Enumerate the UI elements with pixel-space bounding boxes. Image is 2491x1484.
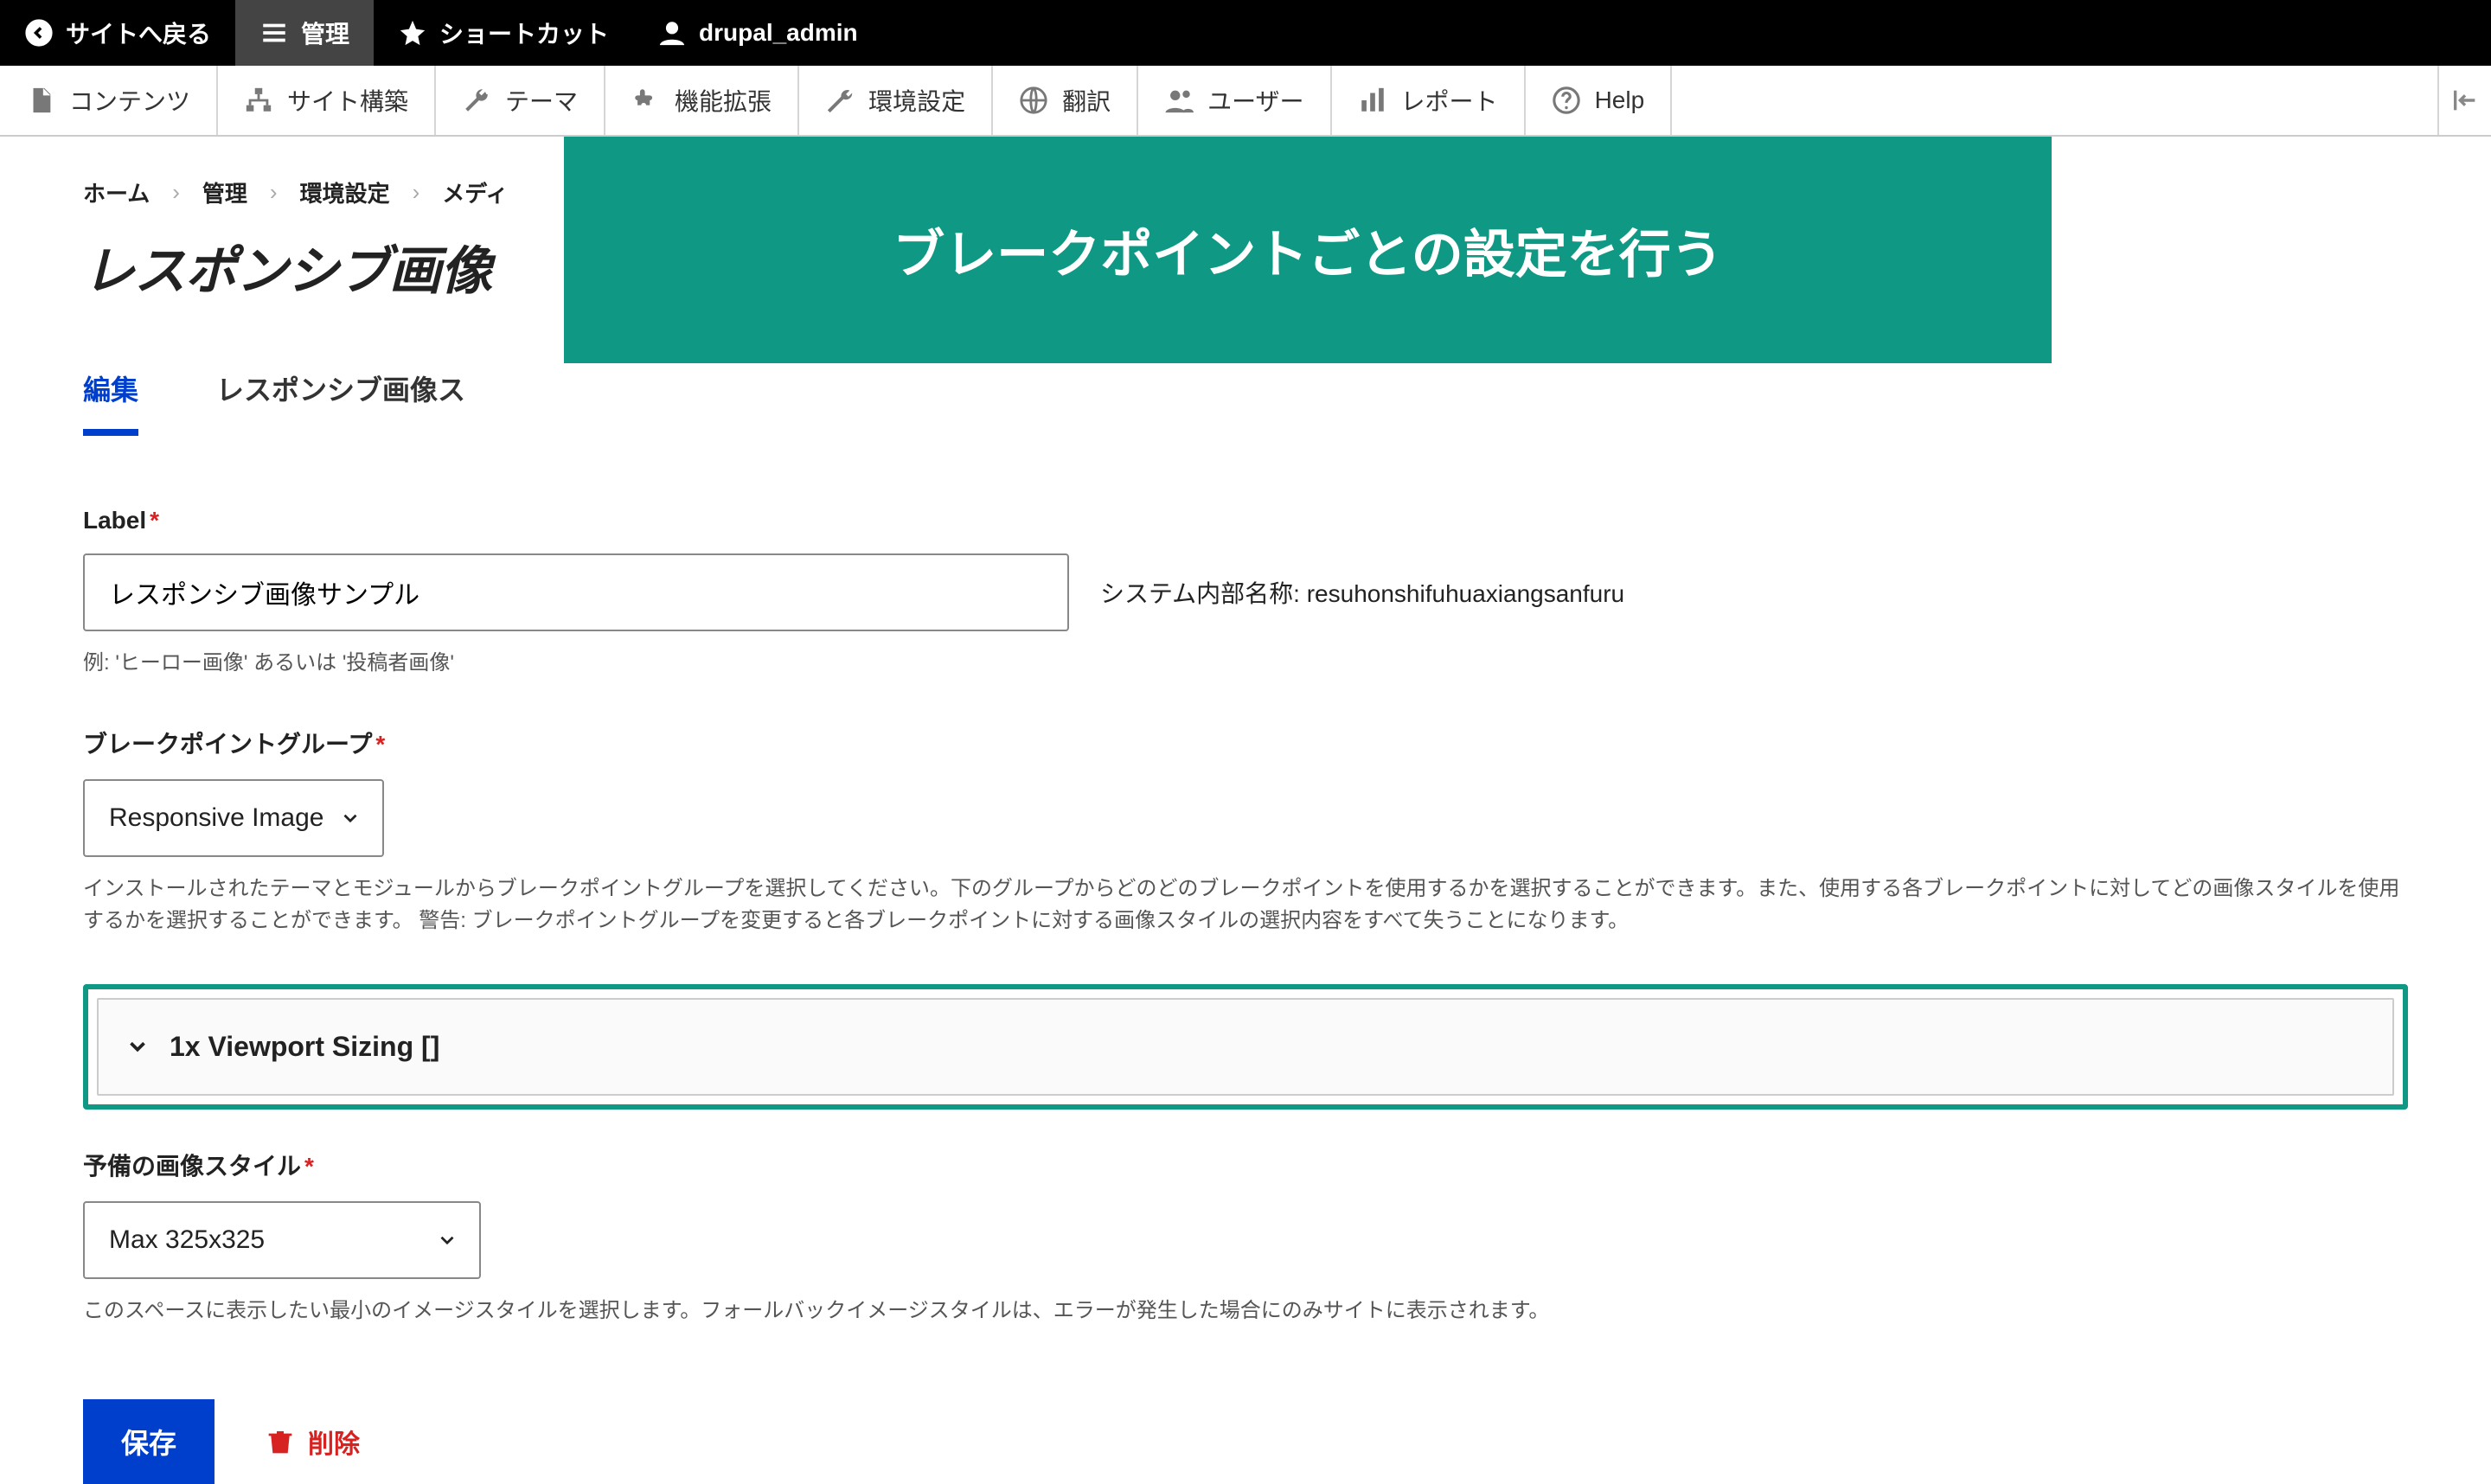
chart-icon — [1358, 86, 1387, 115]
required-marker: * — [375, 731, 385, 758]
delete-link[interactable]: 削除 — [266, 1423, 360, 1461]
tab-edit[interactable]: 編集 — [83, 368, 138, 436]
toolbar-help-label: Help — [1595, 86, 1645, 114]
label-input[interactable] — [83, 553, 1069, 631]
hamburger-icon — [259, 18, 289, 48]
breakpoint-group-label: ブレークポイントグループ* — [83, 726, 2408, 760]
viewport-sizing-details: 1x Viewport Sizing [] — [97, 998, 2394, 1096]
breadcrumb-item[interactable]: 管理 — [202, 176, 247, 208]
breadcrumb-item[interactable]: ホーム — [83, 176, 150, 208]
tab-list[interactable]: レスポンシブ画像ス — [216, 368, 465, 436]
wrench-icon — [462, 86, 491, 115]
toolbar-extend-label: 機能拡張 — [675, 83, 772, 118]
breakpoint-group-selected: Responsive Image — [109, 803, 323, 833]
trash-icon — [266, 1428, 294, 1455]
collapse-icon — [2450, 86, 2480, 115]
toolbar-content-label: コンテンツ — [69, 83, 190, 118]
responsive-image-style-form: Label* システム内部名称: resuhonshifuhuaxiangsan… — [83, 507, 2408, 1484]
viewport-sizing-summary[interactable]: 1x Viewport Sizing [] — [99, 1000, 2392, 1094]
main-content: ブレークポイントごとの設定を行う ホーム › 管理 › 環境設定 › メディ レ… — [0, 137, 2491, 1484]
toolbar-structure-label: サイト構築 — [287, 83, 408, 118]
fallback-label: 予備の画像スタイル* — [83, 1148, 2408, 1182]
back-to-site[interactable]: サイトへ戻る — [0, 0, 235, 66]
toolbar-people[interactable]: ユーザー — [1138, 66, 1331, 135]
field-fallback-style: 予備の画像スタイル* Max 325x325 このスペースに表示したい最小のイメ… — [83, 1148, 2408, 1327]
wrench2-icon — [825, 86, 855, 115]
breadcrumb-sep: › — [172, 179, 180, 206]
field-label-label: Label* — [83, 507, 2408, 534]
machine-name-prefix: システム内部名称: — [1100, 580, 1307, 607]
toolbar-collapse[interactable] — [2439, 66, 2491, 135]
user-icon — [657, 18, 687, 48]
save-button[interactable]: 保存 — [83, 1399, 215, 1484]
document-icon — [26, 86, 55, 115]
field-breakpoint-group: ブレークポイントグループ* Responsive Image インストールされた… — [83, 726, 2408, 937]
toolbar-structure[interactable]: サイト構築 — [218, 66, 436, 135]
admin-toolbar: コンテンツ サイト構築 テーマ 機能拡張 環境設定 翻訳 ユーザー レポート H… — [0, 66, 2491, 137]
delete-link-label: 削除 — [308, 1423, 360, 1461]
toolbar-appearance[interactable]: テーマ — [436, 66, 605, 135]
puzzle-icon — [631, 86, 661, 115]
admin-top-bar: サイトへ戻る 管理 ショートカット drupal_admin — [0, 0, 2491, 66]
overlay-banner: ブレークポイントごとの設定を行う — [564, 137, 2052, 363]
toolbar-appearance-label: テーマ — [505, 83, 578, 118]
toolbar-translate-label: 翻訳 — [1062, 83, 1111, 118]
machine-name-value: resuhonshifuhuaxiangsanfuru — [1307, 580, 1624, 607]
required-marker: * — [150, 507, 159, 534]
star-icon — [398, 18, 427, 48]
machine-name: システム内部名称: resuhonshifuhuaxiangsanfuru — [1100, 575, 1624, 610]
breadcrumb-item[interactable]: 環境設定 — [300, 176, 390, 208]
breadcrumb-sep: › — [270, 179, 278, 206]
toolbar-extend[interactable]: 機能拡張 — [605, 66, 799, 135]
chevron-down-icon — [339, 807, 362, 829]
toolbar-translate[interactable]: 翻訳 — [993, 66, 1138, 135]
toolbar-spacer — [1672, 66, 2439, 135]
fallback-selected: Max 325x325 — [109, 1225, 265, 1255]
breakpoint-group-select[interactable]: Responsive Image — [83, 779, 384, 857]
overlay-banner-text: ブレークポイントごとの設定を行う — [893, 213, 1722, 288]
fallback-help: このスペースに表示したい最小のイメージスタイルを選択します。フォールバックイメー… — [83, 1295, 2408, 1327]
shortcuts[interactable]: ショートカット — [374, 0, 633, 66]
breadcrumb-item[interactable]: メディ — [442, 176, 508, 208]
fallback-label-text: 予備の画像スタイル — [83, 1153, 301, 1180]
toolbar-reports[interactable]: レポート — [1332, 66, 1526, 135]
back-to-site-label: サイトへ戻る — [66, 16, 211, 50]
manage-toggle[interactable]: 管理 — [235, 0, 374, 66]
chevron-left-circle-icon — [24, 18, 54, 48]
breakpoint-group-label-text: ブレークポイントグループ — [83, 731, 372, 758]
people-icon — [1164, 86, 1194, 115]
toolbar-config[interactable]: 環境設定 — [799, 66, 993, 135]
viewport-sizing-summary-text: 1x Viewport Sizing [] — [170, 1031, 439, 1063]
chevron-down-icon — [125, 1033, 150, 1059]
viewport-sizing-details-highlight: 1x Viewport Sizing [] — [83, 984, 2408, 1110]
globe-icon — [1019, 86, 1048, 115]
breakpoint-group-help: インストールされたテーマとモジュールからブレークポイントグループを選択してくださ… — [83, 873, 2408, 937]
required-marker: * — [304, 1153, 314, 1180]
field-label-label-text: Label — [83, 507, 146, 534]
toolbar-people-label: ユーザー — [1207, 83, 1303, 118]
label-help: 例: 'ヒーロー画像' あるいは '投稿者画像' — [83, 647, 2408, 679]
help-icon — [1552, 86, 1581, 115]
user-account[interactable]: drupal_admin — [633, 0, 882, 66]
form-actions: 保存 削除 — [83, 1399, 2408, 1484]
chevron-down-icon — [436, 1229, 458, 1251]
fallback-select[interactable]: Max 325x325 — [83, 1201, 481, 1279]
shortcuts-label: ショートカット — [439, 16, 609, 50]
toolbar-content[interactable]: コンテンツ — [0, 66, 218, 135]
toolbar-reports-label: レポート — [1401, 83, 1498, 118]
primary-tabs: 編集 レスポンシブ画像ス — [83, 368, 2408, 438]
breadcrumb-sep: › — [413, 179, 420, 206]
manage-label: 管理 — [301, 16, 349, 50]
field-label: Label* システム内部名称: resuhonshifuhuaxiangsan… — [83, 507, 2408, 679]
toolbar-help[interactable]: Help — [1526, 66, 1673, 135]
toolbar-config-label: 環境設定 — [868, 83, 965, 118]
user-label: drupal_admin — [699, 19, 858, 47]
structure-icon — [244, 86, 273, 115]
